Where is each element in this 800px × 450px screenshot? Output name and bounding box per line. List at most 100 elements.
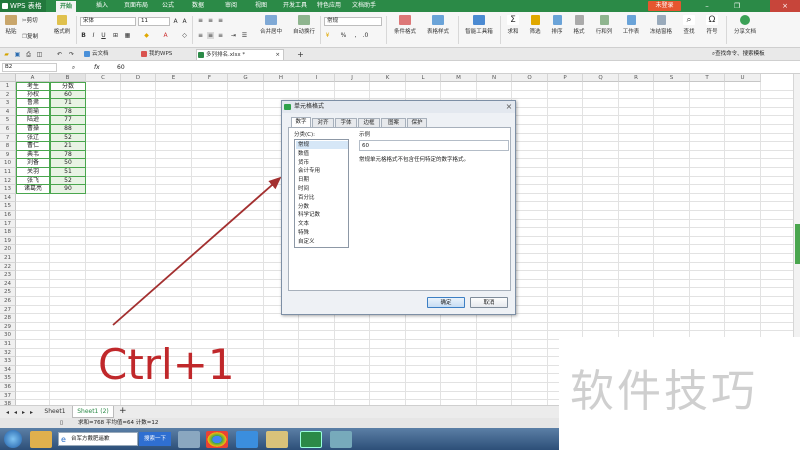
- table-cell-name[interactable]: 陆逊: [16, 116, 50, 125]
- category-item[interactable]: 自定义: [296, 238, 348, 246]
- category-item[interactable]: 日期: [296, 176, 348, 184]
- fx-icon[interactable]: fx: [94, 64, 100, 71]
- number-format-select[interactable]: 常规: [324, 17, 382, 26]
- row-header[interactable]: 24: [0, 279, 16, 289]
- row-header[interactable]: 11: [0, 168, 16, 177]
- currency-icon[interactable]: ¥: [324, 32, 331, 39]
- copy-button[interactable]: ❐复制: [22, 32, 38, 40]
- table-cell-name[interactable]: 鲁肃: [16, 99, 50, 108]
- row-col-button[interactable]: 行和列: [592, 15, 616, 35]
- column-header[interactable]: F: [192, 74, 228, 82]
- paste-button[interactable]: 粘贴: [4, 15, 18, 35]
- new-tab-button[interactable]: +: [297, 51, 304, 59]
- column-header[interactable]: J: [335, 74, 370, 82]
- dialog-tab[interactable]: 数字: [291, 117, 311, 127]
- cancel-button[interactable]: 取消: [470, 297, 508, 308]
- last-sheet-icon[interactable]: ▸: [28, 409, 35, 416]
- save-icon[interactable]: ▣: [14, 51, 21, 58]
- table-cell-name[interactable]: 刘备: [16, 159, 50, 168]
- category-item[interactable]: 常规: [296, 141, 348, 150]
- category-list[interactable]: 常规 数值 货币 会计专用 日期 时间 百分比 分数 科学记数 文本 特殊 自定义: [294, 139, 349, 248]
- menu-9[interactable]: 特色应用: [317, 0, 341, 12]
- column-header[interactable]: K: [370, 74, 406, 82]
- table-style-button[interactable]: 表格样式: [423, 15, 453, 35]
- table-cell-score[interactable]: 52: [50, 133, 86, 143]
- align-center-icon[interactable]: ≡: [207, 32, 214, 39]
- row-header[interactable]: 12: [0, 176, 16, 186]
- dialog-tab[interactable]: 字体: [335, 118, 357, 127]
- worksheet-button[interactable]: 工作表: [619, 15, 643, 35]
- column-header[interactable]: N: [477, 74, 512, 82]
- restore-button[interactable]: ❐: [730, 0, 744, 12]
- wps-taskbar-icon[interactable]: [300, 431, 322, 448]
- app-taskbar-icon[interactable]: [330, 431, 352, 448]
- menu-2[interactable]: 插入: [96, 0, 108, 12]
- print-icon[interactable]: ⎙: [25, 51, 32, 58]
- row-header[interactable]: 33: [0, 357, 16, 366]
- fill-color-icon[interactable]: ◆: [143, 32, 150, 39]
- start-button[interactable]: [4, 430, 22, 448]
- category-item[interactable]: 百分比: [296, 194, 348, 202]
- table-cell-score[interactable]: 50: [50, 159, 86, 168]
- align-top-icon[interactable]: ≡: [197, 17, 204, 24]
- row-header[interactable]: 1: [0, 82, 16, 91]
- table-cell-name[interactable]: 关羽: [16, 168, 50, 177]
- column-header[interactable]: L: [406, 74, 441, 82]
- row-header[interactable]: 28: [0, 314, 16, 323]
- table-cell-score[interactable]: 21: [50, 142, 86, 151]
- row-header[interactable]: 15: [0, 202, 16, 211]
- align-right-icon[interactable]: ≡: [217, 32, 224, 39]
- underline-button[interactable]: U: [100, 32, 107, 39]
- dialog-tab[interactable]: 图案: [381, 118, 406, 127]
- sheet-tab-sheet1[interactable]: Sheet1: [40, 406, 70, 418]
- ok-button[interactable]: 确定: [427, 297, 465, 308]
- table-cell-score[interactable]: 90: [50, 185, 86, 194]
- table-cell-name[interactable]: 张飞: [16, 176, 50, 186]
- column-header[interactable]: T: [690, 74, 725, 82]
- row-header[interactable]: 29: [0, 322, 16, 332]
- category-item[interactable]: 货币: [296, 159, 348, 167]
- row-header[interactable]: 23: [0, 271, 16, 280]
- column-header[interactable]: S: [654, 74, 690, 82]
- conditional-format-button[interactable]: 条件格式: [390, 15, 420, 35]
- add-sheet-button[interactable]: +: [119, 407, 127, 416]
- prev-sheet-icon[interactable]: ◂: [12, 409, 19, 416]
- tool-icon[interactable]: [178, 431, 200, 448]
- wrap-text-button[interactable]: 自动换行: [290, 15, 318, 35]
- table-header-score[interactable]: 分数: [50, 82, 86, 91]
- row-header[interactable]: 27: [0, 305, 16, 315]
- row-header[interactable]: 13: [0, 185, 16, 194]
- row-header[interactable]: 37: [0, 391, 16, 401]
- table-cell-name[interactable]: 诸葛亮: [16, 185, 50, 194]
- undo-icon[interactable]: ↶: [56, 51, 63, 58]
- table-cell-score[interactable]: 52: [50, 176, 86, 186]
- table-cell-score[interactable]: 51: [50, 168, 86, 177]
- italic-button[interactable]: I: [90, 32, 97, 39]
- row-header[interactable]: 2: [0, 90, 16, 100]
- column-header[interactable]: A: [16, 74, 50, 82]
- percent-icon[interactable]: %: [340, 32, 347, 39]
- column-header[interactable]: M: [441, 74, 477, 82]
- row-header[interactable]: 35: [0, 374, 16, 383]
- table-cell-score[interactable]: 78: [50, 107, 86, 117]
- column-header[interactable]: G: [228, 74, 264, 82]
- border-icon[interactable]: ⊞: [112, 32, 119, 39]
- folder-icon[interactable]: ▰: [3, 51, 10, 58]
- row-header[interactable]: 22: [0, 262, 16, 272]
- table-cell-score[interactable]: 71: [50, 99, 86, 108]
- table-cell-score[interactable]: 77: [50, 116, 86, 125]
- row-header[interactable]: 16: [0, 211, 16, 220]
- sheet-tab-active[interactable]: Sheet1 (2): [72, 406, 114, 418]
- formula-input[interactable]: 60: [117, 63, 787, 72]
- column-header[interactable]: C: [86, 74, 121, 82]
- table-cell-name[interactable]: 张辽: [16, 133, 50, 143]
- grow-font-button[interactable]: A: [172, 18, 179, 25]
- category-item[interactable]: 数值: [296, 150, 348, 158]
- decimal-icon[interactable]: .0: [362, 32, 369, 39]
- row-header[interactable]: 4: [0, 107, 16, 117]
- minimize-button[interactable]: –: [700, 0, 714, 12]
- menu-4[interactable]: 公式: [162, 0, 174, 12]
- symbol-button[interactable]: Ω 符号: [702, 15, 722, 35]
- table-cell-name[interactable]: 孙权: [16, 90, 50, 100]
- column-header[interactable]: E: [156, 74, 192, 82]
